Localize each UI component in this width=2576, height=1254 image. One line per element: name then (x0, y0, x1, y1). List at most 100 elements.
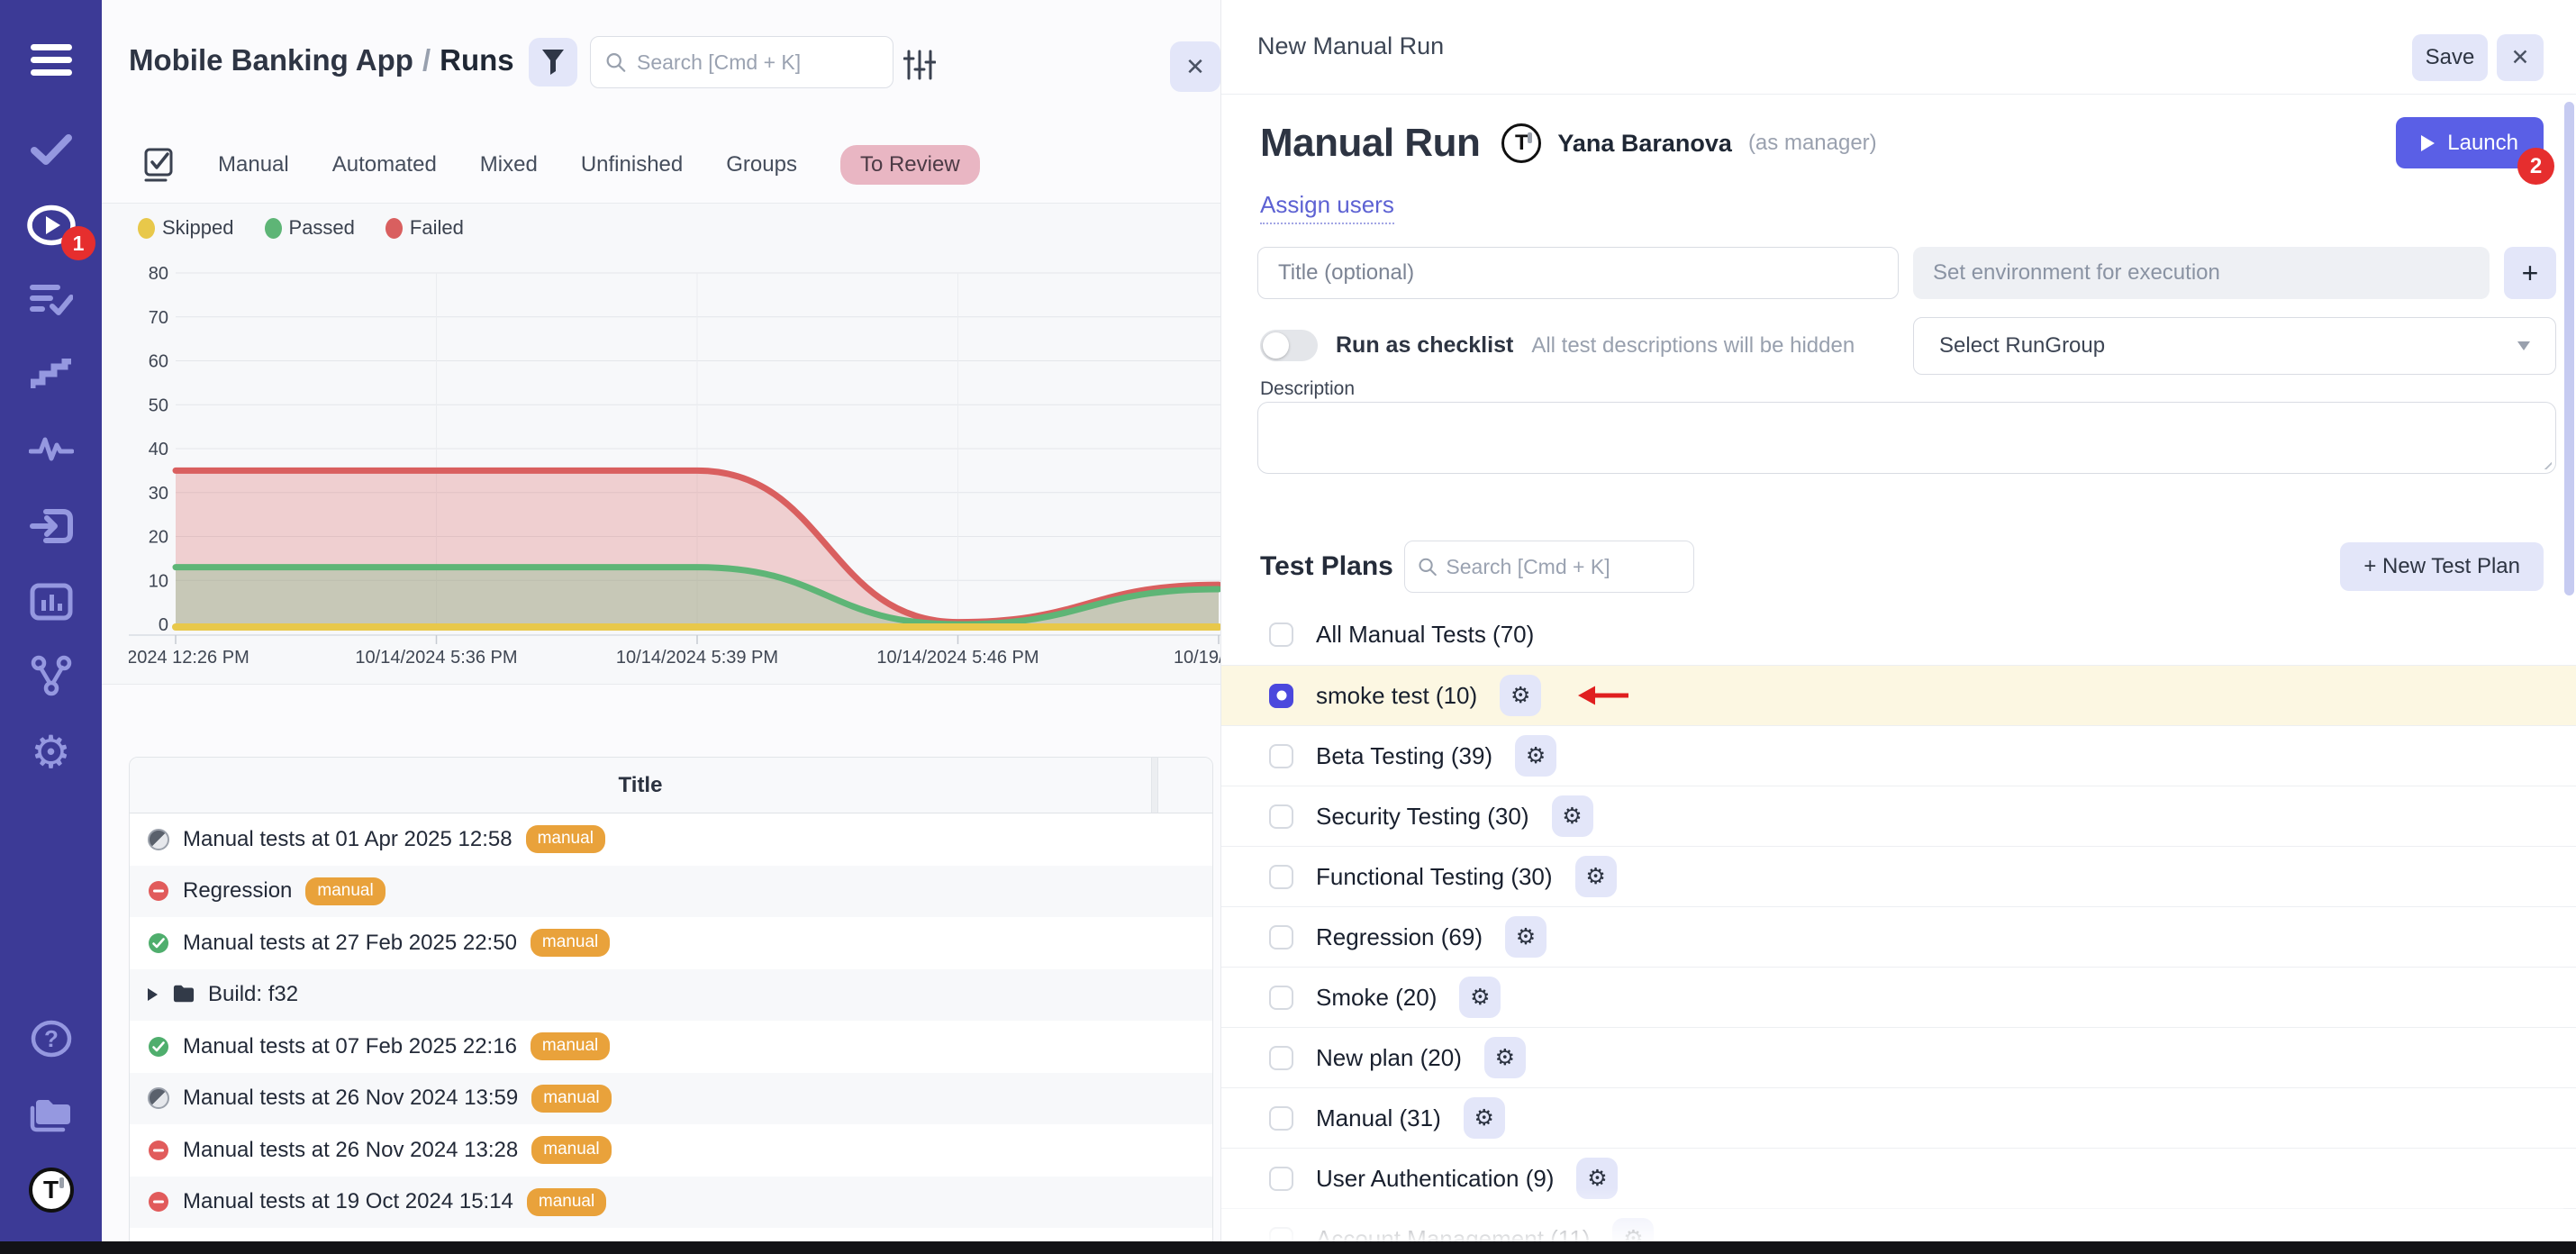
test-plan-row[interactable]: Manual (31)⚙ (1221, 1087, 2576, 1148)
tab-to-review[interactable]: To Review (840, 145, 980, 185)
runs-table: Title Manual tests at 01 Apr 2025 12:58m… (129, 757, 1213, 1243)
run-type-badge: manual (305, 877, 385, 905)
description-textarea[interactable] (1257, 402, 2556, 474)
runs-chart-card: SkippedPassedFailed 0102030405060708007/… (102, 203, 1220, 685)
plan-settings-gear-icon[interactable]: ⚙ (1459, 977, 1501, 1018)
tab-groups[interactable]: Groups (726, 152, 797, 177)
tab-mixed[interactable]: Mixed (480, 152, 538, 177)
plan-checkbox[interactable] (1269, 865, 1293, 889)
run-row[interactable]: Manual tests at 26 Nov 2024 13:59manual (130, 1073, 1212, 1125)
breadcrumb-project[interactable]: Mobile Banking App (129, 43, 413, 77)
plan-checkbox[interactable] (1269, 1046, 1293, 1070)
rungroup-select[interactable]: Select RunGroup (1913, 317, 2556, 375)
plan-checkbox[interactable] (1269, 804, 1293, 829)
manager-name: Yana Baranova (1557, 130, 1732, 158)
expand-caret-icon[interactable] (148, 988, 158, 1001)
legend-item-passed[interactable]: Passed (265, 216, 355, 240)
search-icon (1418, 556, 1437, 577)
plan-label: User Authentication (9) (1316, 1165, 1554, 1193)
settings-gear-icon[interactable]: ⚙ (0, 721, 102, 784)
plan-settings-gear-icon[interactable]: ⚙ (1500, 675, 1541, 716)
tab-manual[interactable]: Manual (218, 152, 289, 177)
column-header-title: Title (130, 773, 1151, 798)
run-row[interactable]: Build: f32 (130, 969, 1212, 1022)
breadcrumb-page: Runs (440, 43, 514, 77)
run-title-input[interactable] (1257, 247, 1899, 299)
steps-icon[interactable] (0, 343, 102, 406)
test-plan-row[interactable]: Regression (69)⚙ (1221, 906, 2576, 967)
plan-settings-gear-icon[interactable]: ⚙ (1575, 856, 1617, 897)
filter-button[interactable] (529, 38, 577, 86)
menu-icon[interactable] (0, 29, 102, 92)
import-icon[interactable] (0, 495, 102, 558)
manager-avatar[interactable]: T (1501, 123, 1541, 163)
run-row[interactable]: Manual tests at 27 Feb 2025 22:50manual (130, 917, 1212, 969)
runs-table-header: Title (130, 758, 1212, 813)
sliders-icon (903, 50, 936, 80)
account-logo-avatar[interactable]: T (0, 1159, 102, 1222)
plan-settings-gear-icon[interactable]: ⚙ (1515, 735, 1556, 777)
tab-unfinished[interactable]: Unfinished (581, 152, 683, 177)
test-plans-heading: Test Plans (1260, 551, 1393, 582)
run-row[interactable]: Manual tests at 07 Feb 2025 22:16manual (130, 1021, 1212, 1073)
analytics-icon[interactable] (0, 570, 102, 633)
plan-checkbox[interactable] (1269, 622, 1293, 647)
plan-settings-gear-icon[interactable]: ⚙ (1505, 916, 1547, 958)
plan-settings-gear-icon[interactable]: ⚙ (1552, 795, 1593, 837)
close-button[interactable]: ✕ (2497, 34, 2544, 81)
modal-title: New Manual Run (1257, 32, 1444, 60)
test-plan-row[interactable]: Security Testing (30)⚙ (1221, 786, 2576, 846)
plan-checkbox-checked[interactable] (1269, 684, 1293, 708)
plan-checkbox[interactable] (1269, 925, 1293, 950)
assign-users-link[interactable]: Assign users (1260, 191, 1394, 224)
test-plan-row[interactable]: User Authentication (9) ⚙ (1221, 1148, 2576, 1208)
projects-folder-icon[interactable] (0, 1083, 102, 1146)
test-plan-row[interactable]: Smoke (20)⚙ (1221, 967, 2576, 1027)
tasks-check-icon[interactable] (0, 118, 102, 181)
runs-search-input[interactable] (637, 50, 878, 75)
runs-search[interactable] (590, 36, 893, 88)
modal-header: New Manual Run Save ✕ (1221, 0, 2576, 95)
pulse-icon[interactable] (0, 417, 102, 480)
launch-button[interactable]: Launch 2 (2396, 117, 2544, 168)
display-settings-button[interactable] (902, 47, 938, 83)
folder-icon (173, 984, 195, 1005)
panel-close-button[interactable]: ✕ (1170, 41, 1220, 92)
legend-item-skipped[interactable]: Skipped (138, 216, 234, 240)
run-row[interactable]: Regressionmanual (130, 866, 1212, 918)
list-check-icon[interactable] (0, 268, 102, 331)
test-plan-row[interactable]: Beta Testing (39)⚙ (1221, 725, 2576, 786)
environment-input[interactable] (1913, 247, 2490, 299)
run-row[interactable]: Manual tests at 26 Nov 2024 13:28manual (130, 1124, 1212, 1177)
test-plan-row[interactable]: smoke test (10)⚙ (1221, 665, 2576, 725)
run-row[interactable]: Manual tests at 19 Oct 2024 15:14manual (130, 1177, 1212, 1229)
plan-checkbox[interactable] (1269, 744, 1293, 768)
run-as-checklist-toggle[interactable] (1260, 330, 1318, 361)
test-plans-search-input[interactable] (1446, 555, 1681, 579)
legend-item-failed[interactable]: Failed (385, 216, 464, 240)
run-title: Manual tests at 27 Feb 2025 22:50 (183, 931, 517, 956)
column-divider[interactable] (1151, 758, 1158, 813)
test-plans-search[interactable] (1404, 541, 1694, 593)
plan-settings-gear-icon[interactable]: ⚙ (1484, 1037, 1526, 1078)
svg-text:80: 80 (149, 264, 168, 284)
add-environment-button[interactable]: + (2504, 247, 2556, 299)
help-icon[interactable]: ? (0, 1007, 102, 1070)
plan-checkbox[interactable] (1269, 986, 1293, 1010)
new-test-plan-button[interactable]: + New Test Plan (2340, 542, 2544, 591)
plan-settings-gear-icon[interactable]: ⚙ (1464, 1097, 1505, 1139)
run-row[interactable]: Manual tests at 01 Apr 2025 12:58manual (130, 813, 1212, 866)
play-icon (2421, 135, 2435, 151)
checkbox-list-icon[interactable] (142, 146, 175, 184)
checklist-hint: All test descriptions will be hidden (1531, 333, 1855, 359)
tab-automated[interactable]: Automated (332, 152, 437, 177)
vertical-scrollbar[interactable] (2564, 102, 2574, 595)
test-plan-row[interactable]: Functional Testing (30)⚙ (1221, 846, 2576, 906)
save-button[interactable]: Save (2412, 34, 2488, 81)
plan-settings-gear-icon[interactable]: ⚙ (1576, 1158, 1618, 1199)
test-plan-row[interactable]: New plan (20)⚙ (1221, 1027, 2576, 1087)
plan-checkbox[interactable] (1269, 1106, 1293, 1131)
test-plan-row[interactable]: All Manual Tests (70) (1221, 604, 2576, 665)
branch-icon[interactable] (0, 644, 102, 707)
plan-checkbox[interactable] (1269, 1167, 1293, 1191)
